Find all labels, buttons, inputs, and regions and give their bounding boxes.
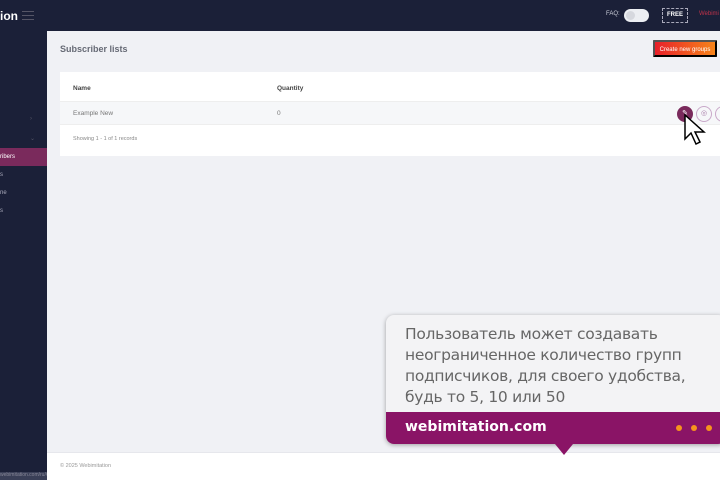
chevron-right-icon[interactable]: › — [30, 116, 32, 122]
menu-icon[interactable] — [22, 11, 34, 20]
records-summary: Showing 1 - 1 of 1 records — [73, 136, 138, 142]
sidebar-item[interactable]: ne — [0, 184, 47, 202]
callout-text: Пользователь может создавать неограничен… — [405, 325, 686, 406]
column-header-quantity[interactable]: Quantity — [277, 85, 303, 92]
list-quantity: 0 — [277, 110, 281, 117]
subscriber-table: Name Quantity Example New 0 ✎ ◎ × Showin… — [60, 72, 720, 156]
faq-label: FAQ: — [606, 11, 620, 17]
plan-badge[interactable]: FREE — [662, 8, 688, 23]
callout-bar: webimitation.com — [386, 412, 720, 444]
dot-icon — [706, 425, 712, 431]
cursor-icon — [684, 113, 706, 146]
page-title: Subscriber lists — [60, 44, 128, 54]
footer: © 2025 Webimitation — [47, 452, 720, 480]
sidebar-item-label: s — [0, 172, 3, 178]
logo[interactable]: ion — [0, 9, 18, 23]
sidebar-item-subscribers[interactable]: ribers — [0, 148, 47, 166]
table-row[interactable]: Example New 0 ✎ ◎ × — [60, 101, 720, 125]
dot-icon — [691, 425, 697, 431]
sidebar-item-label: ne — [0, 190, 7, 196]
delete-icon[interactable]: × — [715, 106, 720, 122]
user-menu[interactable]: Webimi — [699, 11, 719, 17]
callout-site: webimitation.com — [405, 419, 547, 435]
sidebar-item-label: ribers — [0, 154, 16, 160]
sidebar-item[interactable]: s — [0, 166, 47, 184]
sidebar-item-label: s — [0, 208, 3, 214]
callout-tail — [555, 444, 573, 455]
copyright: © 2025 Webimitation — [60, 463, 112, 469]
create-group-button[interactable]: Create new groups — [653, 40, 717, 57]
list-name[interactable]: Example New — [73, 110, 113, 117]
sidebar-item[interactable]: s — [0, 202, 47, 220]
sidebar: › ⌄ ribers s ne s — [0, 31, 47, 480]
info-callout: Пользователь может создавать неограничен… — [386, 315, 720, 444]
dot-icon — [676, 425, 682, 431]
chevron-down-icon[interactable]: ⌄ — [30, 135, 35, 142]
top-bar: ion FAQ: FREE Webimi — [0, 0, 720, 31]
faq-toggle[interactable] — [624, 9, 649, 22]
status-url: webimitation.com/ru/#subs — [0, 472, 47, 480]
column-header-name[interactable]: Name — [73, 85, 91, 92]
